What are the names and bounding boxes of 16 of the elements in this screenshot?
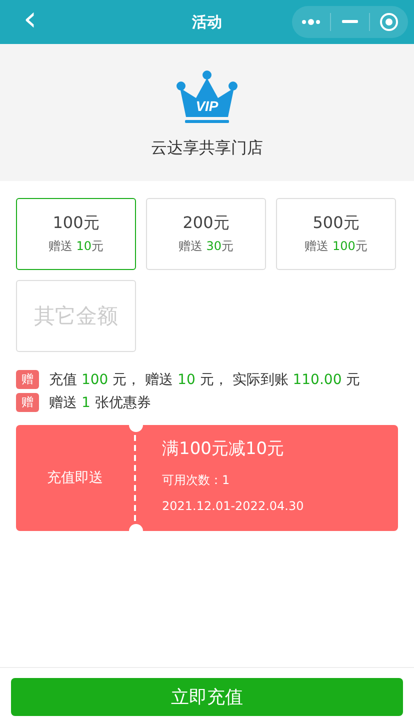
gift-text: 充值 100 元， 赠送 10 元， 实际到账 110.00 元 (49, 370, 360, 388)
gift-text: 赠送 1 张优惠券 (49, 394, 151, 412)
gift-badge: 赠 (16, 370, 39, 389)
amount-option[interactable]: 200元 赠送 30元 (146, 198, 266, 270)
store-name: 云达享共享门店 (151, 138, 263, 159)
coupon-label: 充值即送 (47, 469, 103, 487)
page-title: 活动 (192, 12, 222, 32)
coupon-validity: 2021.12.01-2022.04.30 (162, 499, 305, 513)
gift-badge: 赠 (16, 393, 39, 412)
minimize-icon (342, 20, 358, 24)
coupon-title: 满100元减10元 (162, 438, 286, 460)
amount-option[interactable]: 100元 赠送 10元 (16, 198, 136, 270)
close-icon (379, 12, 399, 32)
more-icon (300, 18, 322, 26)
amount-option[interactable]: 500元 赠送 100元 (276, 198, 396, 270)
coupon-uses: 可用次数：1 (162, 472, 231, 489)
